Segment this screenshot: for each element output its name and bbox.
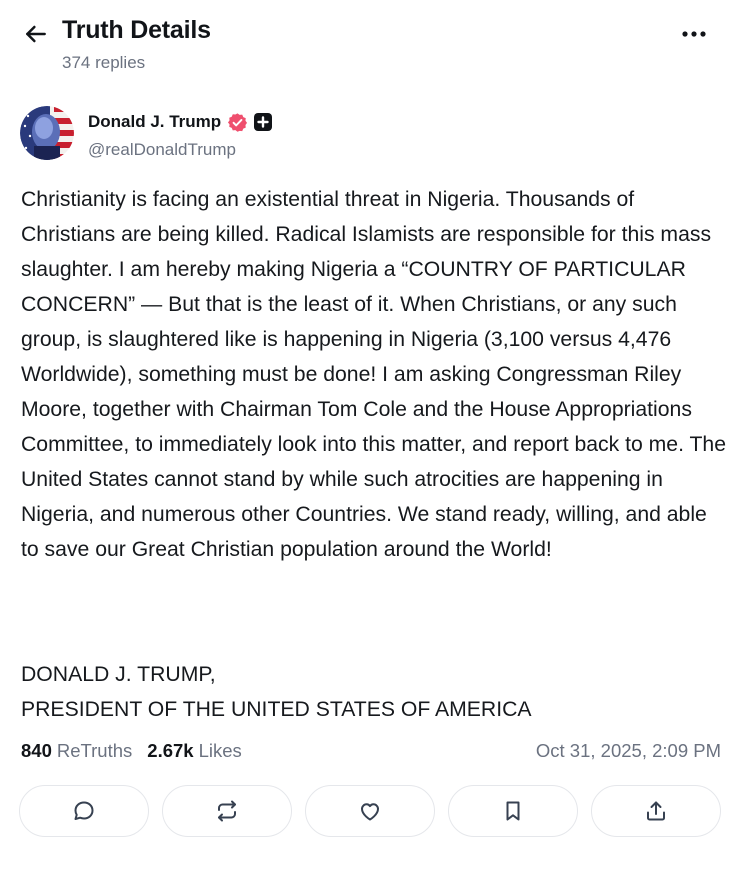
page-title: Truth Details	[62, 16, 211, 44]
share-icon[interactable]	[644, 799, 668, 823]
more-horizontal-icon[interactable]	[681, 30, 707, 38]
bookmark-button[interactable]	[448, 785, 578, 837]
arrow-left-icon[interactable]	[23, 21, 49, 47]
post-text: Christianity is facing an existential th…	[21, 188, 726, 561]
likes-count[interactable]: 2.67k	[147, 740, 193, 762]
retruths-label[interactable]: ReTruths	[57, 740, 132, 762]
signature-line-1: DONALD J. TRUMP,	[21, 663, 216, 686]
retruths-count[interactable]: 840	[21, 740, 52, 762]
signature-line-2: PRESIDENT OF THE UNITED STATES OF AMERIC…	[21, 698, 532, 721]
author-name[interactable]: Donald J. Trump	[88, 112, 221, 132]
post-author: Donald J. Trump @realDonaldTrump	[20, 106, 720, 162]
comment-icon[interactable]	[72, 799, 96, 823]
verified-badge-icon	[227, 112, 248, 133]
more-options-button[interactable]	[676, 22, 712, 46]
reply-count: 374 replies	[62, 53, 146, 72]
reply-button[interactable]	[19, 785, 149, 837]
post-signature: DONALD J. TRUMP, PRESIDENT OF THE UNITED…	[21, 657, 726, 727]
heart-icon[interactable]	[358, 799, 382, 823]
avatar[interactable]	[20, 106, 74, 160]
back-button[interactable]	[20, 18, 52, 50]
post-timestamp: Oct 31, 2025, 2:09 PM	[535, 740, 721, 761]
retruth-button[interactable]	[162, 785, 292, 837]
bookmark-icon[interactable]	[501, 799, 525, 823]
likes-label[interactable]: Likes	[199, 740, 242, 762]
top-bar: Truth Details 374 replies	[0, 0, 742, 90]
author-name-row: Donald J. Trump	[88, 110, 273, 134]
share-button[interactable]	[591, 785, 721, 837]
plus-badge-icon	[254, 113, 273, 131]
action-bar	[19, 785, 723, 839]
repost-icon[interactable]	[215, 799, 239, 823]
author-handle[interactable]: @realDonaldTrump	[88, 140, 236, 160]
like-button[interactable]	[305, 785, 435, 837]
